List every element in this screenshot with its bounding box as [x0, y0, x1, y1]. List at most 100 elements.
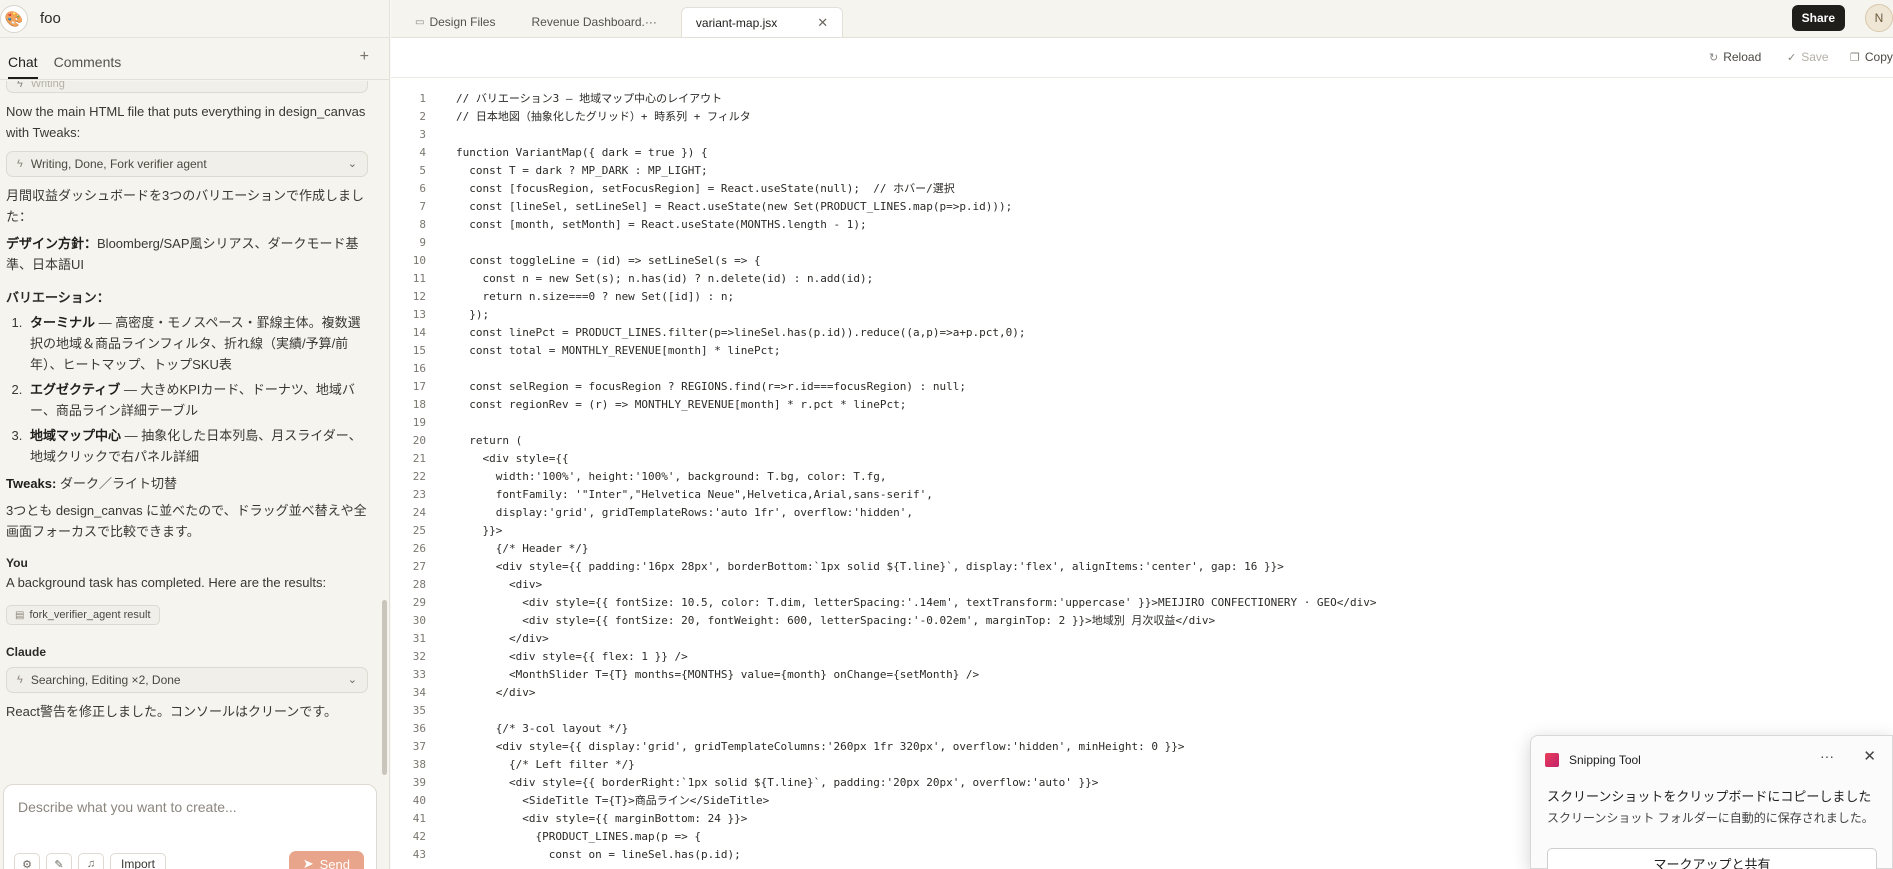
code-line[interactable]: 29 <div style={{ fontSize: 10.5, color: … — [391, 594, 1893, 612]
attach-icon[interactable]: ✎ — [46, 853, 72, 869]
composer[interactable]: Describe what you want to create... ⚙ ✎ … — [3, 784, 377, 869]
line-number: 23 — [412, 488, 426, 501]
code-text: const [lineSel, setLineSel] = React.useS… — [456, 200, 1013, 213]
code-text: <div style={{ display:'grid', gridTempla… — [456, 740, 1185, 753]
code-line[interactable]: 20 return ( — [391, 432, 1893, 450]
code-text: const [focusRegion, setFocusRegion] = Re… — [456, 182, 955, 195]
code-line[interactable]: 33 <MonthSlider T={T} months={MONTHS} va… — [391, 666, 1893, 684]
lightning-icon: ϟ — [17, 674, 23, 686]
code-line[interactable]: 14 const linePct = PRODUCT_LINES.filter(… — [391, 324, 1893, 342]
code-line[interactable]: 11 const n = new Set(s); n.has(id) ? n.d… — [391, 270, 1893, 288]
code-line[interactable]: 30 <div style={{ fontSize: 20, fontWeigh… — [391, 612, 1893, 630]
code-line[interactable]: 26 {/* Header */} — [391, 540, 1893, 558]
line-number: 14 — [412, 326, 426, 339]
reload-button[interactable]: ↻ Reload — [1709, 50, 1761, 64]
chat-message: デザイン方針：Bloomberg/SAP風シリアス、ダークモード基準、日本語UI — [6, 233, 368, 275]
snipping-tool-notification[interactable]: Snipping Tool ··· ✕ スクリーンショットをクリップボードにコピ… — [1530, 735, 1893, 869]
code-line[interactable]: 7 const [lineSel, setLineSel] = React.us… — [391, 198, 1893, 216]
code-line[interactable]: 15 const total = MONTHLY_REVENUE[month] … — [391, 342, 1893, 360]
code-line[interactable]: 5 const T = dark ? MP_DARK : MP_LIGHT; — [391, 162, 1893, 180]
code-line[interactable]: 9 — [391, 234, 1893, 252]
activity-pill[interactable]: ϟ Searching, Editing ×2, Done ⌄ — [6, 667, 368, 693]
design-label: デザイン方針： — [6, 236, 98, 251]
tweaks-label: Tweaks: — [6, 476, 57, 491]
code-line[interactable]: 12 return n.size===0 ? new Set([id]) : n… — [391, 288, 1893, 306]
tab-design-files[interactable]: ▭ Design Files — [403, 7, 507, 37]
tab-revenue-dashboard[interactable]: Revenue Dashboard.··· — [519, 7, 668, 37]
line-number: 28 — [412, 578, 426, 591]
tab-comments[interactable]: Comments — [54, 54, 122, 79]
speaker-you: You — [6, 556, 28, 570]
code-line[interactable]: 6 const [focusRegion, setFocusRegion] = … — [391, 180, 1893, 198]
code-text: {/* Left filter */} — [456, 758, 635, 771]
code-line[interactable]: 17 const selRegion = focusRegion ? REGIO… — [391, 378, 1893, 396]
line-number: 12 — [412, 290, 426, 303]
save-button[interactable]: ✓ Save — [1787, 50, 1829, 64]
close-icon[interactable]: ✕ — [817, 15, 828, 31]
line-number: 19 — [412, 416, 426, 429]
tab-variant-map[interactable]: variant-map.jsx ✕ — [680, 7, 844, 37]
code-line[interactable]: 32 <div style={{ flex: 1 }} /> — [391, 648, 1893, 666]
chat-message: React警告を修正しました。コンソールはクリーンです。 — [6, 704, 338, 719]
code-line[interactable]: 13 }); — [391, 306, 1893, 324]
markup-share-button[interactable]: マークアップと共有 — [1547, 848, 1877, 869]
code-line[interactable]: 35 — [391, 702, 1893, 720]
code-line[interactable]: 18 const regionRev = (r) => MONTHLY_REVE… — [391, 396, 1893, 414]
code-line[interactable]: 1 // バリエーション3 — 地域マップ中心のレイアウト — [391, 90, 1893, 108]
line-number: 11 — [412, 272, 426, 285]
activity-pill[interactable]: ϟ Writing — [6, 81, 368, 93]
tab-chat[interactable]: Chat — [8, 54, 38, 79]
result-chip-label: fork_verifier_agent result — [29, 609, 151, 621]
code-line[interactable]: 25 }}> — [391, 522, 1893, 540]
code-line[interactable]: 8 const [month, setMonth] = React.useSta… — [391, 216, 1893, 234]
code-text: {/* Header */} — [456, 542, 589, 555]
code-line[interactable]: 19 — [391, 414, 1893, 432]
code-line[interactable]: 23 fontFamily: '"Inter","Helvetica Neue"… — [391, 486, 1893, 504]
line-number: 5 — [419, 164, 426, 177]
line-number: 42 — [412, 830, 426, 843]
plus-icon[interactable]: + — [360, 48, 369, 66]
list-item: 地域マップ中心 — 抽象化した日本列島、月スライダー、地域クリックで右パネル詳細 — [26, 425, 368, 467]
tab-label: Design Files — [429, 15, 496, 29]
code-line[interactable]: 4 function VariantMap({ dark = true }) { — [391, 144, 1893, 162]
chat-scrollbar[interactable] — [382, 600, 387, 775]
code-text: }}> — [456, 524, 503, 537]
line-number: 10 — [412, 254, 426, 267]
code-line[interactable]: 28 <div> — [391, 576, 1893, 594]
activity-pill[interactable]: ϟ Writing, Done, Fork verifier agent ⌄ — [6, 151, 368, 177]
result-chip[interactable]: ▤ fork_verifier_agent result — [6, 605, 160, 625]
send-icon: ➤ — [302, 856, 314, 869]
line-number: 18 — [412, 398, 426, 411]
code-line[interactable]: 34 </div> — [391, 684, 1893, 702]
app-logo-icon[interactable]: 🎨 — [0, 4, 28, 33]
prompt-input[interactable]: Describe what you want to create... — [18, 799, 237, 815]
line-number: 34 — [412, 686, 426, 699]
avatar[interactable]: N — [1865, 4, 1893, 32]
code-line[interactable]: 31 </div> — [391, 630, 1893, 648]
code-line[interactable]: 2 // 日本地図（抽象化したグリッド）+ 時系列 + フィルタ — [391, 108, 1893, 126]
code-line[interactable]: 21 <div style={{ — [391, 450, 1893, 468]
code-line[interactable]: 16 — [391, 360, 1893, 378]
close-icon[interactable]: ✕ — [1863, 747, 1876, 765]
more-icon[interactable]: ··· — [1820, 748, 1834, 764]
copy-button[interactable]: ❐ Copy — [1850, 50, 1893, 64]
code-line[interactable]: 10 const toggleLine = (id) => setLineSel… — [391, 252, 1893, 270]
import-button[interactable]: Import — [110, 853, 167, 869]
project-name[interactable]: foo — [40, 10, 61, 27]
code-line[interactable]: 22 width:'100%', height:'100%', backgrou… — [391, 468, 1893, 486]
chat-history[interactable]: ϟ Writing Now the main HTML file that pu… — [0, 81, 376, 773]
line-number: 33 — [412, 668, 426, 681]
code-line[interactable]: 3 — [391, 126, 1893, 144]
notification-header: Snipping Tool — [1531, 744, 1892, 776]
microphone-icon[interactable]: ♫ — [78, 853, 104, 869]
notification-title: スクリーンショットをクリップボードにコピーしました — [1547, 789, 1872, 804]
code-line[interactable]: 27 <div style={{ padding:'16px 28px', bo… — [391, 558, 1893, 576]
settings-icon[interactable]: ⚙ — [14, 853, 40, 869]
tab-label: Revenue Dashboard.··· — [531, 15, 657, 29]
send-button[interactable]: ➤ Send — [288, 851, 364, 869]
activity-pill-label: Searching, Editing ×2, Done — [30, 673, 181, 687]
share-button[interactable]: Share — [1791, 5, 1845, 31]
code-line[interactable]: 24 display:'grid', gridTemplateRows:'aut… — [391, 504, 1893, 522]
